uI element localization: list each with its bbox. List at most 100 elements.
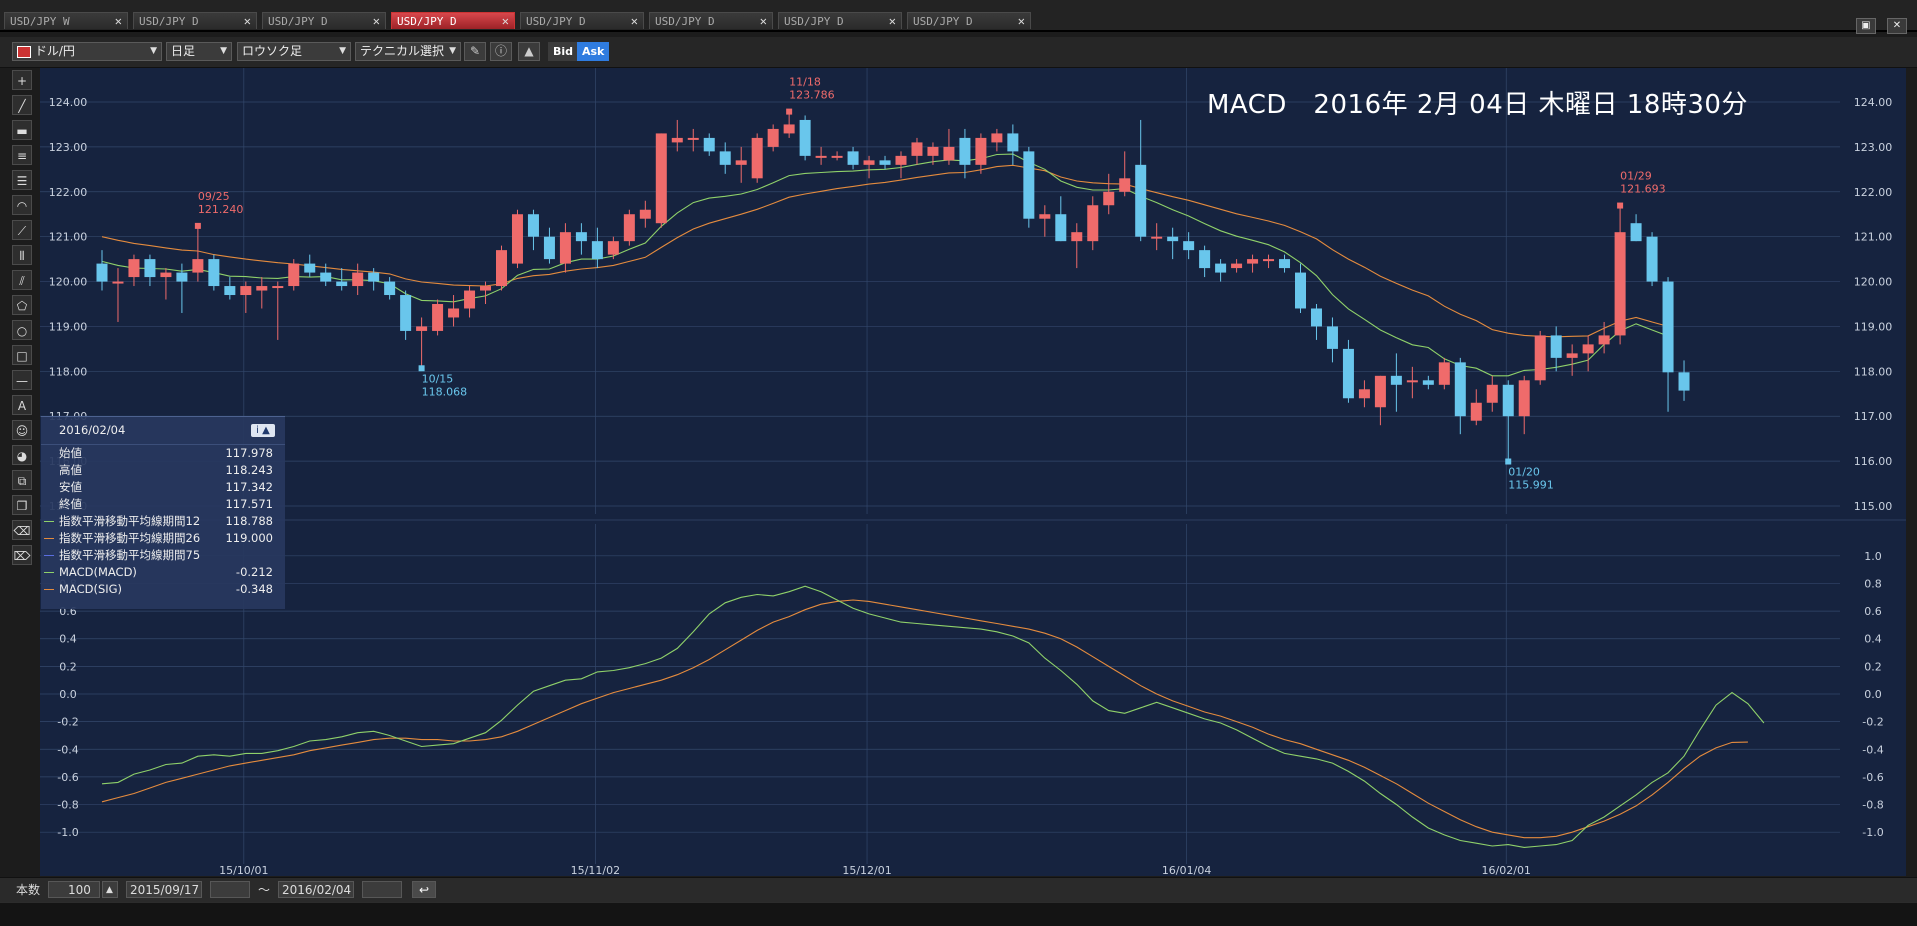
eraser-icon[interactable]: ⌫ [12, 520, 32, 540]
tab-label: USD/JPY W [10, 15, 70, 28]
candle-body [272, 286, 284, 289]
tab-item[interactable]: USD/JPY W ✕ [4, 12, 128, 29]
price-tick-left: 119.00 [49, 320, 88, 333]
count-select[interactable]: 100 ▼ [48, 881, 100, 914]
bid-button[interactable]: Bid [548, 42, 579, 61]
close-tab-icon[interactable]: ✕ [115, 14, 122, 28]
pentagon-icon[interactable]: ⬠ [12, 295, 32, 315]
candle-body [991, 133, 1003, 143]
info-row-label: 指数平滑移動平均線期間75 [59, 548, 201, 562]
close-tab-icon[interactable]: ✕ [244, 14, 251, 28]
rectangle-icon[interactable]: □ [12, 345, 32, 365]
legend-swatch [44, 555, 54, 556]
info-row-value: 117.978 [225, 446, 273, 460]
horizontal-line-icon[interactable]: — [12, 370, 32, 390]
candle-body [1263, 259, 1275, 262]
start-date-input[interactable]: 2015/09/17 [126, 881, 202, 898]
candle-body [160, 272, 172, 278]
candle-body [1055, 214, 1067, 242]
tab-item[interactable]: USD/JPY D ✕ [133, 12, 257, 29]
candle-body [1422, 380, 1434, 385]
extreme-marker [1505, 458, 1512, 465]
candle-body [943, 146, 955, 161]
bottom-bar: 本数 100 ▼ ▲ 2015/09/17 ～ 2016/02/04 ↩ [0, 877, 1917, 914]
close-tab-icon[interactable]: ✕ [1018, 14, 1025, 28]
candle-body [687, 137, 699, 140]
ruler-icon[interactable]: ▬ [12, 120, 32, 140]
candle-body [511, 214, 523, 264]
fibonacci-icon[interactable]: ☰ [12, 170, 32, 190]
chart-canvas[interactable]: 124.00 124.00 123.00 123.00 122.00 122.00 121.… [40, 68, 1906, 876]
refresh-icon[interactable]: ↩ [412, 881, 436, 898]
currency-pair-select[interactable]: ドル/円 ▼ [12, 42, 162, 61]
candle-body [1151, 236, 1163, 239]
end-date-input[interactable]: 2016/02/04 [278, 881, 354, 898]
start-time-input[interactable] [210, 881, 250, 898]
chart-type-select[interactable]: ロウソク足 ▼ [237, 42, 351, 61]
candle-body [1390, 375, 1402, 385]
info-row: 安値 117.342 [41, 479, 285, 496]
candle-body [1342, 348, 1354, 399]
candle-body [1502, 384, 1514, 417]
close-tab-icon[interactable]: ✕ [631, 14, 638, 28]
tab-item[interactable]: USD/JPY D ✕ [907, 12, 1031, 29]
close-tab-icon[interactable]: ✕ [502, 14, 509, 28]
fib-arc-icon[interactable]: ◠ [12, 195, 32, 215]
macd-tick-left: -0.2 [57, 716, 78, 729]
maximize-button[interactable]: ▣ [1855, 18, 1876, 34]
chart-area[interactable]: 124.00 124.00 123.00 123.00 122.00 122.00 121.… [40, 68, 1906, 876]
technical-select[interactable]: テクニカル選択 ▼ [355, 42, 461, 61]
tab-item[interactable]: USD/JPY D ✕ [262, 12, 386, 29]
close-tab-icon[interactable]: ✕ [889, 14, 896, 28]
candle-body [176, 272, 188, 282]
tab-item[interactable]: USD/JPY D ✕ [649, 12, 773, 29]
copy-icon[interactable]: ⧉ [12, 470, 32, 490]
crosshair-icon[interactable]: + [12, 70, 32, 90]
duplicate-icon[interactable]: ❐ [12, 495, 32, 515]
end-time-input[interactable] [362, 881, 402, 898]
info-row-value: -0.348 [235, 582, 273, 596]
candle-body [1518, 380, 1530, 417]
tab-label: USD/JPY D [268, 15, 328, 28]
horizontal-lines-icon[interactable]: ≡ [12, 145, 32, 165]
circle-icon[interactable]: ○ [12, 320, 32, 340]
period-select[interactable]: 日足 ▼ [166, 42, 232, 61]
price-tick-right: 121.00 [1854, 231, 1893, 244]
tab-item[interactable]: USD/JPY D ✕ [391, 12, 515, 29]
annotation-value: 121.240 [198, 203, 244, 216]
eraser-all-icon[interactable]: ⌦ [12, 545, 32, 565]
channel-icon[interactable]: ⫽ [12, 270, 32, 290]
macd-tick-right: 0.8 [1864, 577, 1882, 590]
info-date: 2016/02/04 [59, 423, 126, 437]
price-tick-right: 118.00 [1854, 365, 1893, 378]
area-chart-icon[interactable]: ▲ [518, 42, 540, 61]
candle-body [1662, 281, 1674, 373]
tab-item[interactable]: USD/JPY D ✕ [778, 12, 902, 29]
close-tab-icon[interactable]: ✕ [373, 14, 380, 28]
smiley-icon[interactable]: ☺ [12, 420, 32, 440]
info-icon[interactable]: ⓘ [490, 42, 512, 61]
ask-button[interactable]: Ask [577, 42, 610, 61]
tab-label: USD/JPY D [139, 15, 199, 28]
pencil-icon[interactable]: ✎ [464, 42, 486, 61]
count-up-button[interactable]: ▲ [102, 881, 118, 898]
vertical-lines-icon[interactable]: ⦀ [12, 245, 32, 265]
fan-icon[interactable]: ⟋ [12, 220, 32, 240]
info-collapse-icon[interactable]: i ▲ [251, 424, 275, 437]
close-window-button[interactable]: ✕ [1887, 18, 1907, 34]
magnet-icon[interactable]: ◕ [12, 445, 32, 465]
x-tick-label: 15/10/01 [219, 864, 268, 876]
price-tick-right: 120.00 [1854, 276, 1893, 289]
toolbar: ドル/円 ▼ 日足 ▼ ロウソク足 ▼ テクニカル選択 ▼ ✎ ⓘ ▲ Bid … [0, 37, 1917, 68]
annotation-date: 01/20 [1508, 466, 1540, 479]
close-tab-icon[interactable]: ✕ [760, 14, 767, 28]
macd-tick-right: -1.0 [1862, 826, 1883, 839]
candle-body [975, 137, 987, 165]
tab-item[interactable]: USD/JPY D ✕ [520, 12, 644, 29]
macd-tick-right: 0.4 [1864, 633, 1882, 646]
text-icon[interactable]: A [12, 395, 32, 415]
trendline-icon[interactable]: ╱ [12, 95, 32, 115]
macd-tick-left: 0.0 [59, 688, 77, 701]
tab-label: USD/JPY D [397, 15, 457, 28]
annotation-value: 121.693 [1620, 183, 1666, 196]
